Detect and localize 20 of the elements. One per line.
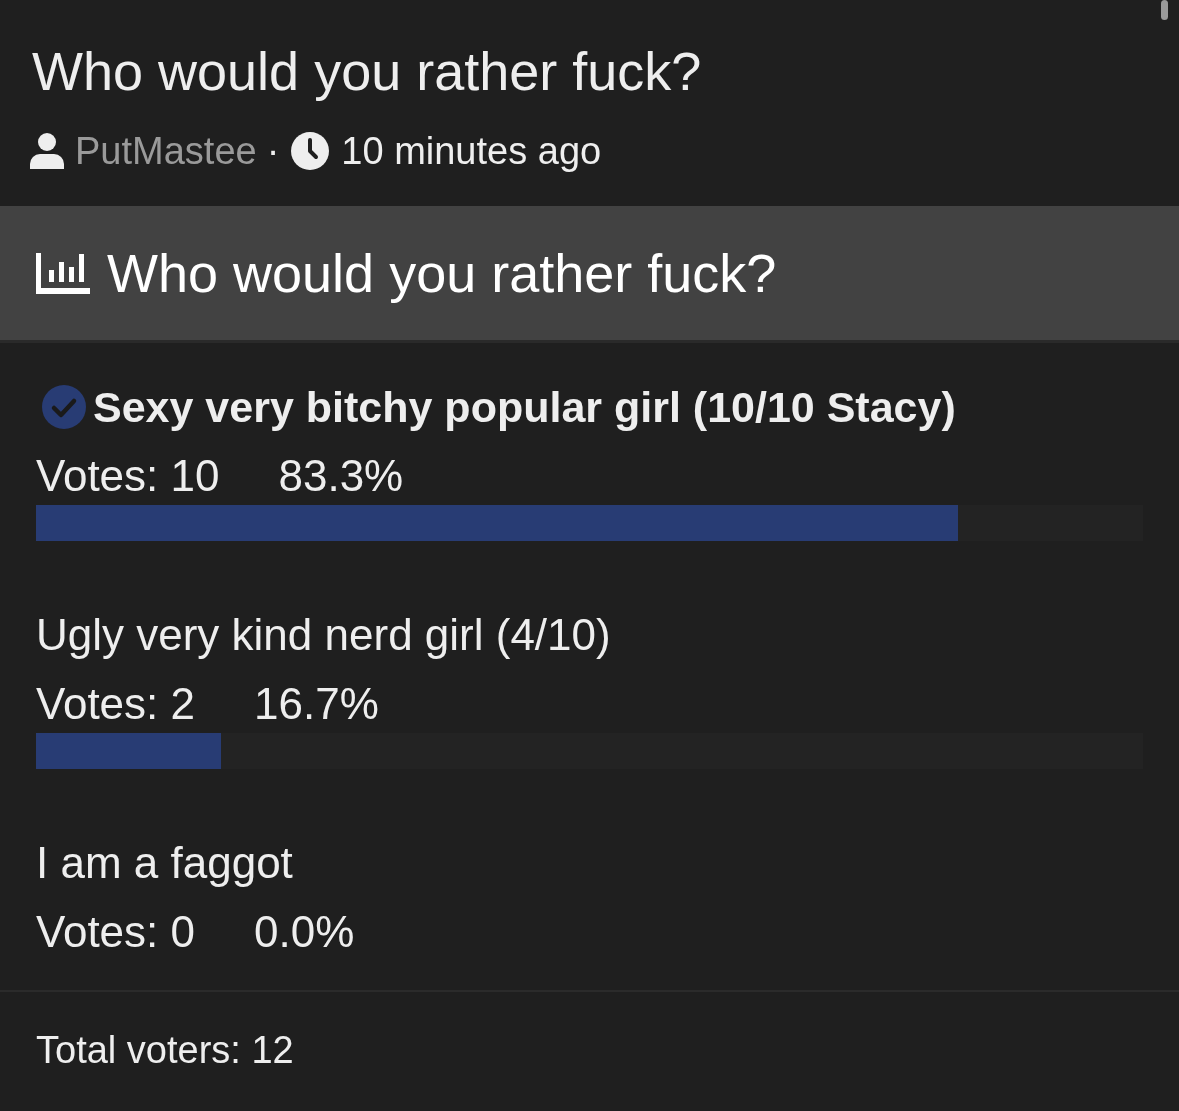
user-icon xyxy=(30,133,64,169)
vote-percentage: 0.0% xyxy=(254,906,355,958)
poll-title: Who would you rather fuck? xyxy=(107,242,777,305)
vote-percentage: 16.7% xyxy=(254,678,379,730)
vote-count: Votes: 0 xyxy=(36,906,195,958)
post-time: 10 minutes ago xyxy=(341,129,602,174)
option-label: Sexy very bitchy popular girl (10/10 Stacy) xyxy=(93,382,956,433)
separator-dot: · xyxy=(266,129,280,174)
vote-count: Votes: 10 xyxy=(36,450,220,502)
option-label: I am a faggot xyxy=(36,837,293,889)
total-voters: Total voters: 12 xyxy=(36,1029,294,1071)
post-title: Who would you rather fuck? xyxy=(31,40,702,103)
author-link[interactable]: PutMastee xyxy=(75,128,257,174)
vote-count: Votes: 2 xyxy=(36,678,195,730)
clock-icon xyxy=(291,132,330,170)
vote-percentage: 83.3% xyxy=(278,450,404,502)
bar-chart-icon xyxy=(36,252,90,294)
check-circle-icon xyxy=(42,385,86,429)
scrollbar-thumb xyxy=(1161,0,1168,20)
option-label: Ugly very kind nerd girl (4/10) xyxy=(36,609,611,661)
